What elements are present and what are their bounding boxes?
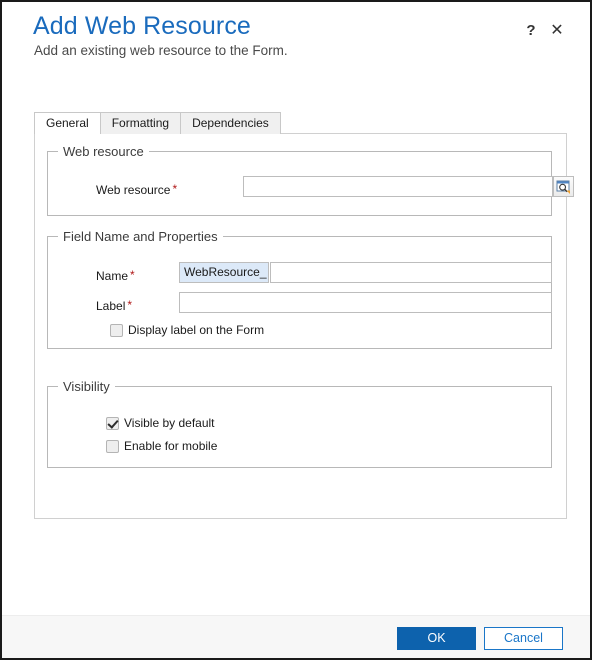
checkbox-label: Visible by default <box>124 416 215 430</box>
tab-general[interactable]: General <box>34 112 101 135</box>
web-resource-label-text: Web resource <box>96 183 171 197</box>
cancel-button[interactable]: Cancel <box>484 627 563 650</box>
name-field-label: Name * <box>96 269 135 283</box>
checkbox-label: Display label on the Form <box>128 323 265 337</box>
ok-button[interactable]: OK <box>397 627 476 650</box>
name-prefix-readonly: WebResource_ <box>179 262 269 283</box>
page-title: Add Web Resource <box>33 12 251 40</box>
web-resource-input[interactable] <box>243 176 553 197</box>
checkbox-box <box>106 416 119 430</box>
section-visibility-legend: Visibility <box>58 379 115 394</box>
required-marker: * <box>127 298 133 312</box>
label-field-label: Label * <box>96 299 132 313</box>
name-input[interactable] <box>270 262 552 283</box>
lookup-icon[interactable] <box>553 176 574 197</box>
section-web-resource: Web resource Web resource * <box>47 144 574 216</box>
checkbox-box <box>106 439 119 453</box>
required-marker: * <box>172 182 178 196</box>
checkbox-box <box>110 323 123 337</box>
web-resource-field-label: Web resource * <box>96 183 177 197</box>
section-web-resource-legend: Web resource <box>58 144 149 159</box>
tab-formatting[interactable]: Formatting <box>99 112 182 134</box>
checkbox-display-label-on-form[interactable]: Display label on the Form <box>110 323 264 337</box>
close-icon[interactable]: ✕ <box>546 20 568 42</box>
dialog-header: Add Web Resource Add an existing web res… <box>2 2 590 102</box>
help-icon[interactable]: ? <box>520 20 542 42</box>
section-visibility: Visibility Visible by default Enable for… <box>47 379 552 468</box>
label-label-text: Label <box>96 299 126 313</box>
name-label-text: Name <box>96 269 129 283</box>
add-web-resource-dialog: Add Web Resource Add an existing web res… <box>0 0 592 660</box>
page-subtitle: Add an existing web resource to the Form… <box>34 43 288 58</box>
checkbox-enable-for-mobile[interactable]: Enable for mobile <box>106 439 217 453</box>
required-marker: * <box>130 268 135 282</box>
label-input[interactable] <box>179 292 552 313</box>
tab-panel-general: Web resource Web resource * Field Name an… <box>34 133 574 519</box>
checkbox-label: Enable for mobile <box>124 439 218 453</box>
section-field-name-and-properties: Field Name and Properties Name * WebResou… <box>47 229 552 349</box>
section-field-name-legend: Field Name and Properties <box>58 229 223 244</box>
tabstrip: General Formatting Dependencies <box>34 112 281 135</box>
tab-dependencies[interactable]: Dependencies <box>180 112 281 134</box>
dialog-footer: OK Cancel <box>2 615 590 658</box>
checkbox-visible-by-default[interactable]: Visible by default <box>106 416 215 430</box>
